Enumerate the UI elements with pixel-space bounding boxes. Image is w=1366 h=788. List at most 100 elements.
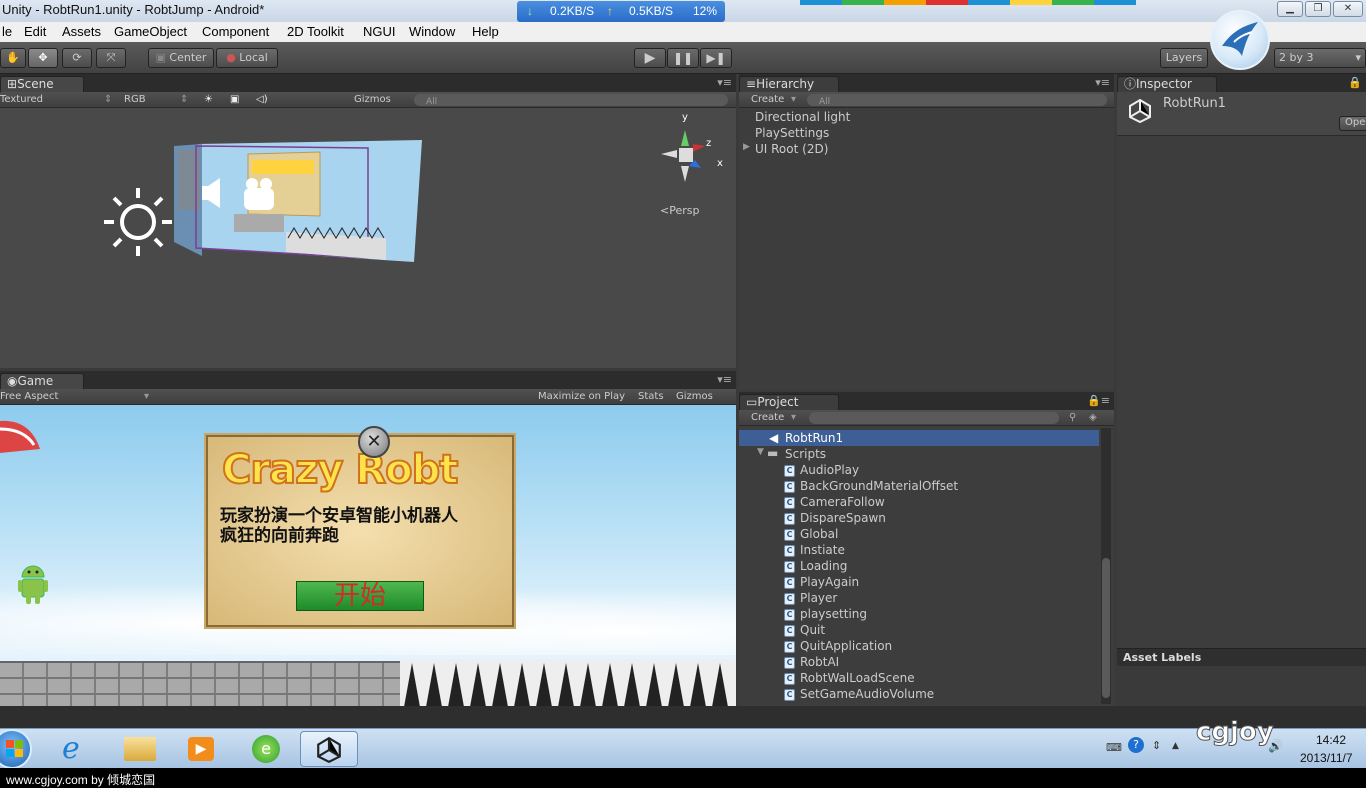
color-mode-dropdown[interactable]: RGB [124,94,146,105]
script-item[interactable]: DispareSpawn [800,511,886,525]
image-toggle-icon[interactable]: ▣ [230,94,239,105]
menu-component[interactable]: Component [202,24,269,39]
lock-icon[interactable]: 🔒 [1348,76,1362,89]
script-item[interactable]: Instiate [800,543,845,557]
scene-viewport[interactable]: y z x <Persp [0,108,736,368]
close-dialog-button[interactable]: ✕ [358,426,390,458]
project-create-button[interactable]: Create [751,412,784,423]
aspect-dropdown[interactable]: Free Aspect [0,391,58,402]
panel-menu-icon[interactable]: ▾≡ [717,76,732,89]
lighting-toggle-icon[interactable]: ☀ [204,94,213,105]
scene-tabstrip: ⊞Scene ▾≡ [0,74,736,92]
script-item[interactable]: RobtWalLoadScene [800,671,915,685]
script-item[interactable]: Loading [800,559,847,573]
script-item[interactable]: QuitApplication [800,639,892,653]
render-mode-dropdown[interactable]: Textured [0,94,43,105]
script-item[interactable]: Player [800,591,837,605]
menu-file[interactable]: le [2,24,12,39]
help-icon[interactable]: ? [1128,737,1144,753]
project-search-input[interactable] [809,412,1059,424]
start-button[interactable]: 开始 [296,581,424,611]
explorer-icon[interactable] [110,731,168,767]
play-button[interactable]: ▶ [634,48,666,68]
tab-inspector[interactable]: ⓘInspector [1117,76,1217,92]
gizmos-dropdown[interactable]: Gizmos [354,94,391,105]
filter-type-icon[interactable]: ⚲ [1069,412,1076,423]
chevron-icon: ▾ [791,412,797,423]
hierarchy-tabstrip: ≡Hierarchy ▾≡ [739,74,1114,92]
keyboard-icon[interactable]: ⌨ [1106,741,1122,754]
hierarchy-item[interactable]: UI Root (2D) [755,142,828,156]
menu-edit[interactable]: Edit [24,24,46,39]
ie-icon[interactable]: e [48,731,106,767]
game-gizmos-dropdown[interactable]: Gizmos [676,391,713,402]
project-scrollbar[interactable] [1101,428,1111,704]
hand-tool-icon[interactable]: ✋ [0,48,26,68]
script-item[interactable]: playsetting [800,607,867,621]
collapse-arrow-icon[interactable]: ▼ [757,447,764,457]
tray-expand-icon[interactable]: ▲ [1172,741,1179,751]
move-tool-icon[interactable]: ✥ [28,48,58,68]
hierarchy-item[interactable]: Directional light [755,110,850,124]
script-item[interactable]: Quit [800,623,825,637]
unity-scene-icon: ◀ [769,431,779,445]
media-player-icon[interactable]: ▶ [172,731,230,767]
menu-2d-toolkit[interactable]: 2D Toolkit [287,24,344,39]
script-item[interactable]: RobtAI [800,655,839,669]
orientation-gizmo[interactable]: y z x [655,112,725,190]
script-item[interactable]: SetGameAudioVolume [800,687,934,701]
script-item[interactable]: BackGroundMaterialOffset [800,479,958,493]
audio-toggle-icon[interactable]: ◁) [256,94,268,105]
start-button[interactable] [0,729,32,769]
project-scene-item[interactable]: RobtRun1 [785,431,843,445]
project-folder-item[interactable]: Scripts [785,447,826,461]
tab-project[interactable]: ▭Project [739,394,839,410]
panel-menu-icon[interactable]: ▾≡ [1095,76,1110,89]
menu-ngui[interactable]: NGUI [363,24,396,39]
panel-menu-icon[interactable]: ▾≡ [717,373,732,386]
rotate-tool-icon[interactable]: ⟳ [62,48,92,68]
game-viewport[interactable]: Crazy Robt 玩家扮演一个安卓智能小机器人 疯狂的向前奔跑 开始 ✕ [0,405,736,706]
scene-search-placeholder: All [426,97,438,107]
tab-game[interactable]: ◉Game [0,373,84,389]
menu-window[interactable]: Window [409,24,455,39]
script-item[interactable]: Global [800,527,838,541]
expand-arrow-icon[interactable]: ▶ [743,142,750,152]
panel-menu-icon[interactable]: 🔒≡ [1087,394,1110,407]
tab-hierarchy[interactable]: ≡Hierarchy [739,76,839,92]
script-item[interactable]: PlayAgain [800,575,859,589]
scrollbar-thumb[interactable] [1102,558,1110,698]
hierarchy-item[interactable]: PlaySettings [755,126,829,140]
persp-label[interactable]: <Persp [660,204,699,217]
filter-label-icon[interactable]: ◈ [1089,412,1097,423]
layers-dropdown[interactable]: Layers [1160,48,1208,68]
browser-icon[interactable]: e [236,731,294,767]
clock-date[interactable]: 2013/11/7 [1300,751,1353,765]
menu-gameobject[interactable]: GameObject [114,24,187,39]
script-item[interactable]: CameraFollow [800,495,885,509]
menu-assets[interactable]: Assets [62,24,101,39]
maximize-button[interactable]: ❐ [1305,1,1331,17]
scene-search-input[interactable]: All [414,94,728,107]
unity-taskbar-icon[interactable] [300,731,358,767]
volume-icon[interactable]: 🔊 [1268,739,1283,753]
pause-button[interactable]: ❚❚ [667,48,699,68]
menu-help[interactable]: Help [472,24,499,39]
scale-tool-icon[interactable]: ⤧ [96,48,126,68]
network-tray-icon[interactable]: ⇕ [1152,739,1161,752]
clock-time[interactable]: 14:42 [1316,733,1346,747]
stats-toggle[interactable]: Stats [638,391,664,402]
layout-dropdown[interactable]: 2 by 3 ▾ [1274,48,1366,68]
maximize-on-play-toggle[interactable]: Maximize on Play [538,391,625,402]
pivot-local-button[interactable]: ● Local [216,48,278,68]
pivot-center-button[interactable]: ▣ Center [148,48,214,68]
minimize-button[interactable]: ▁ [1277,1,1303,17]
tab-scene[interactable]: ⊞Scene [0,76,84,92]
hierarchy-create-button[interactable]: Create [751,94,784,105]
open-button[interactable]: Ope [1339,116,1366,131]
hierarchy-search-input[interactable]: All [807,94,1107,107]
close-button[interactable]: ✕ [1333,1,1363,17]
script-item[interactable]: AudioPlay [800,463,859,477]
step-button[interactable]: ▶❚ [700,48,732,68]
persp-text: Persp [669,204,700,217]
